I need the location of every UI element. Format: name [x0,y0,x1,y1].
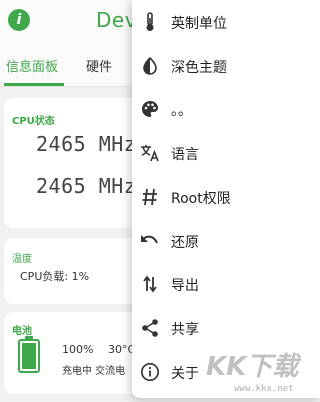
battery-percent: 100% [62,343,94,356]
menu-label-root: Root权限 [171,191,231,207]
undo-icon [140,231,160,251]
menu-item-reset[interactable]: 还原 [132,220,320,263]
menu-item-language[interactable]: 语言 [132,132,320,175]
battery-status: 充电中 交流电 [62,366,126,377]
menu-item-export[interactable]: 导出 [132,263,320,306]
translate-icon [140,143,160,163]
contrast-icon [140,56,160,76]
thermometer-icon [140,12,160,32]
menu-item-root[interactable]: Root权限 [132,176,320,219]
menu-label-about: 关于 [171,366,199,382]
battery-card-title: 电池 [12,326,32,337]
cpu-frequency-2: 2465 MHz [36,174,137,198]
menu-label-share: 共享 [171,322,199,338]
menu-label-dark-theme: 深色主题 [171,60,227,76]
palette-icon [140,99,160,119]
menu-label-imperial-units: 英制单位 [171,16,227,32]
menu-label-language: 语言 [171,147,199,163]
swap-vertical-icon [140,274,160,294]
menu-item-palette[interactable]: 。。 [132,88,320,131]
menu-item-dark-theme[interactable]: 深色主题 [132,45,320,88]
menu-item-share[interactable]: 共享 [132,307,320,350]
temperature-card-title: 温度 [12,254,32,265]
battery-icon [18,336,40,373]
share-icon [140,318,160,338]
overflow-menu: 英制单位 深色主题 。。 语言 Root权限 还原 导出 共享 关于 [132,0,320,398]
cpu-card-title: CPU状态 [12,116,55,127]
tab-hardware[interactable]: 硬件 [86,56,112,75]
cpu-frequency-1: 2465 MHz [36,132,137,156]
battery-level-fill [22,343,36,369]
hash-icon [140,187,160,207]
menu-label-palette: 。。 [171,103,192,119]
menu-label-export: 导出 [171,278,199,294]
menu-item-imperial-units[interactable]: 英制单位 [132,1,320,44]
info-outline-icon [140,362,160,382]
active-tab-indicator [4,83,64,86]
cpu-load-text: CPU负载: 1% [20,270,90,283]
menu-label-reset: 还原 [171,235,199,251]
info-icon[interactable]: i [8,9,30,31]
tab-dashboard[interactable]: 信息面板 [6,56,58,75]
menu-item-about[interactable]: 关于 [132,351,320,394]
